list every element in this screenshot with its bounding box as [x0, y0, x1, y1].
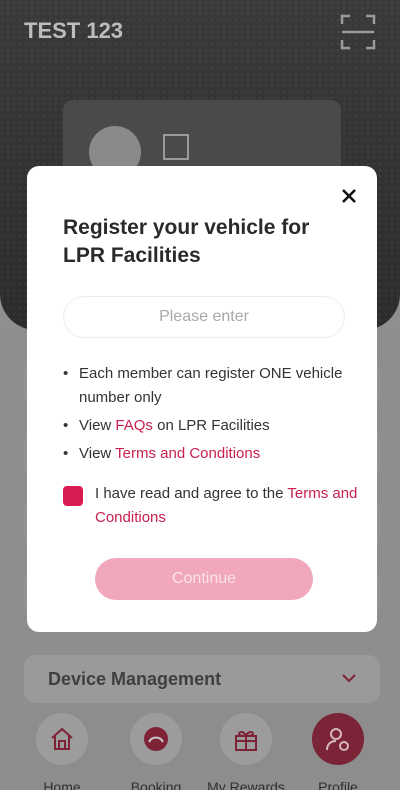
info-list: Each member can register ONE vehicle num… [63, 362, 363, 470]
close-button[interactable] [339, 186, 359, 206]
modal-title: Register your vehicle for LPR Facilities [63, 216, 310, 267]
vehicle-number-input[interactable] [63, 296, 345, 338]
info-text: Each member can register ONE vehicle num… [79, 365, 343, 406]
info-item: Each member can register ONE vehicle num… [63, 362, 363, 410]
close-icon [342, 189, 356, 203]
info-text: View [79, 445, 116, 462]
terms-link[interactable]: Terms and Conditions [115, 445, 260, 462]
info-item: View Terms and Conditions [63, 442, 363, 466]
info-item: View FAQs on LPR Facilities [63, 414, 363, 438]
info-text: on LPR Facilities [152, 417, 270, 434]
faqs-link[interactable]: FAQs [115, 417, 153, 434]
register-vehicle-modal: Register your vehicle for LPR Facilities… [27, 166, 377, 632]
info-text: View [79, 417, 116, 434]
continue-button[interactable]: Continue [95, 558, 313, 600]
agree-checkbox[interactable] [63, 486, 83, 506]
agree-text: I have read and agree to the Terms and C… [95, 482, 367, 530]
agree-label: I have read and agree to the [95, 485, 288, 502]
